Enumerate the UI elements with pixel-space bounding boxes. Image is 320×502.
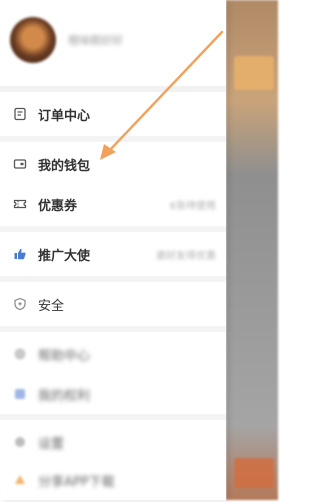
menu-item-rights[interactable]: 我的权利 [0, 372, 226, 416]
coupon-icon [12, 196, 28, 212]
menu-item-label: 我的权利 [38, 388, 91, 404]
username: 橙味糕好好 [68, 34, 123, 47]
menu-item-label: 订单中心 [38, 108, 91, 124]
side-drawer: 橙味糕好好 订单中心 我的钱包 优惠券 6张待使用 推广大使 邀好友得优惠 安全… [0, 0, 226, 500]
menu-item-orders[interactable]: 订单中心 [0, 92, 226, 136]
menu-item-wallet[interactable]: 我的钱包 [0, 142, 226, 186]
share-icon [12, 472, 28, 488]
menu-item-label: 我的钱包 [38, 158, 91, 174]
menu-item-label: 优惠券 [38, 198, 78, 214]
menu-item-label: 推广大使 [38, 248, 91, 264]
menu-item-label: 设置 [38, 436, 65, 452]
order-icon [12, 106, 28, 122]
thumbs-up-icon [12, 246, 28, 262]
menu-item-label: 帮助中心 [38, 348, 91, 364]
gear-icon [12, 434, 28, 450]
wallet-icon [12, 156, 28, 172]
menu-item-label: 分享APP下载 [38, 474, 115, 490]
menu-item-label: 安全 [38, 298, 65, 314]
help-icon [12, 346, 28, 362]
menu-item-ambassador[interactable]: 推广大使 邀好友得优惠 [0, 232, 226, 276]
backdrop-banner [234, 56, 274, 90]
coupon-count: 6张待使用 [169, 200, 216, 212]
menu-item-coupons[interactable]: 优惠券 6张待使用 [0, 182, 226, 226]
ambassador-hint: 邀好友得优惠 [156, 250, 216, 262]
profile-header[interactable]: 橙味糕好好 [10, 14, 220, 66]
shield-icon [12, 296, 28, 312]
menu-item-help[interactable]: 帮助中心 [0, 332, 226, 376]
rights-icon [12, 386, 28, 402]
avatar[interactable] [10, 17, 56, 63]
menu-item-share-app[interactable]: 分享APP下载 [0, 458, 226, 502]
app-backdrop[interactable] [226, 0, 278, 500]
menu-item-security[interactable]: 安全 [0, 282, 226, 326]
backdrop-banner-bottom [234, 458, 274, 488]
